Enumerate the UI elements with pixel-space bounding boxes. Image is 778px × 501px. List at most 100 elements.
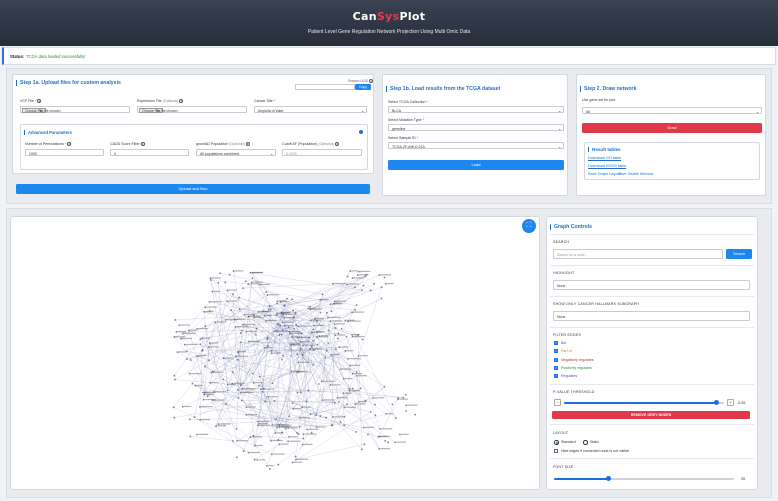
graph-node[interactable] [257, 424, 259, 427]
graph-node[interactable] [226, 383, 229, 386]
graph-node[interactable] [290, 344, 293, 346]
graph-node[interactable] [277, 322, 279, 325]
graph-node[interactable] [312, 339, 315, 342]
graph-node[interactable] [188, 418, 191, 421]
graph-node[interactable] [237, 397, 240, 399]
graph-node[interactable] [260, 388, 262, 391]
graph-node[interactable] [273, 399, 276, 402]
graph-node[interactable] [309, 348, 311, 350]
graph-node[interactable] [268, 304, 271, 307]
graph-node[interactable] [176, 351, 179, 354]
graph-node[interactable] [355, 431, 358, 433]
graph-node[interactable] [362, 426, 365, 429]
collapse-toggle-icon[interactable] [359, 130, 363, 134]
graph-node[interactable] [284, 324, 286, 327]
graph-node[interactable] [348, 388, 351, 391]
save-graph-layout-link[interactable]: Save Graph Layout [588, 172, 621, 176]
graph-node[interactable] [291, 402, 294, 405]
graph-node[interactable] [269, 468, 271, 470]
graph-node[interactable] [247, 283, 250, 285]
graph-node[interactable] [217, 423, 220, 426]
graph-node[interactable] [394, 441, 397, 444]
graph-node[interactable] [292, 407, 295, 410]
graph-node[interactable] [173, 336, 176, 338]
graph-node[interactable] [309, 305, 311, 308]
filter-edge-checkbox[interactable]: ✓ [554, 349, 558, 354]
graph-node[interactable] [309, 308, 312, 311]
graph-node[interactable] [405, 409, 407, 412]
graph-node[interactable] [299, 347, 302, 350]
graph-node[interactable] [302, 437, 305, 440]
graph-node[interactable] [297, 361, 300, 364]
graph-node[interactable] [347, 320, 350, 323]
graph-node[interactable] [405, 404, 408, 407]
graph-node[interactable] [359, 387, 362, 390]
graph-node[interactable] [302, 433, 305, 436]
graph-node[interactable] [296, 353, 299, 356]
graph-node[interactable] [331, 424, 334, 427]
graph-node[interactable] [319, 298, 322, 301]
graph-node[interactable] [196, 327, 198, 330]
copy-button[interactable]: Copy [355, 84, 371, 90]
graph-node[interactable] [325, 416, 328, 419]
graph-node[interactable] [222, 378, 225, 381]
graph-node[interactable] [261, 390, 264, 393]
graph-node[interactable] [172, 406, 175, 409]
graph-node[interactable] [247, 340, 250, 343]
graph-node[interactable] [280, 312, 283, 314]
info-icon[interactable]: i [179, 99, 184, 104]
pvalue-increase-button[interactable]: + [727, 399, 734, 406]
graph-node[interactable] [340, 328, 343, 330]
graph-node[interactable] [383, 385, 386, 388]
graph-node[interactable] [287, 440, 290, 443]
graph-node[interactable] [357, 354, 360, 357]
graph-node[interactable] [270, 439, 272, 442]
graph-node[interactable] [330, 353, 333, 356]
search-input[interactable]: Search for a node... [553, 249, 723, 259]
graph-node[interactable] [185, 350, 188, 353]
graph-node[interactable] [204, 391, 207, 394]
graph-node[interactable] [334, 334, 337, 337]
graph-node[interactable] [247, 315, 250, 318]
graph-node[interactable] [258, 422, 260, 425]
info-icon[interactable]: i [335, 142, 340, 147]
graph-node[interactable] [198, 405, 201, 408]
graph-node[interactable] [191, 382, 194, 385]
graph-node[interactable] [343, 406, 346, 409]
graph-node[interactable] [219, 272, 221, 275]
graph-node[interactable] [330, 310, 333, 313]
graph-node[interactable] [319, 311, 322, 314]
graph-node[interactable] [232, 293, 234, 296]
graph-node[interactable] [317, 383, 320, 385]
graph-node[interactable] [318, 335, 321, 337]
graph-node[interactable] [253, 458, 256, 461]
filter-edge-checkbox[interactable]: ✓ [554, 365, 558, 370]
graph-node[interactable] [243, 313, 246, 316]
hide-edges-checkbox[interactable] [554, 449, 558, 453]
graph-node[interactable] [289, 332, 291, 335]
graph-node[interactable] [346, 275, 349, 278]
network-graph-panel[interactable] [10, 216, 540, 490]
graph-node[interactable] [204, 306, 206, 309]
graph-node[interactable] [332, 282, 335, 285]
graph-node[interactable] [377, 435, 380, 438]
session-uuid-input[interactable] [295, 84, 355, 90]
graph-node[interactable] [256, 459, 259, 461]
graph-node[interactable] [281, 321, 284, 324]
graph-node[interactable] [333, 300, 336, 303]
graph-node[interactable] [355, 304, 358, 307]
graph-node[interactable] [397, 397, 399, 399]
graph-node[interactable] [301, 406, 304, 409]
graph-node[interactable] [316, 343, 319, 346]
graph-node[interactable] [380, 286, 383, 289]
graph-node[interactable] [333, 401, 336, 404]
filter-edge-checkbox[interactable]: ✓ [554, 357, 558, 362]
graph-node[interactable] [199, 343, 202, 346]
graph-node[interactable] [226, 389, 229, 392]
graph-node[interactable] [294, 311, 297, 314]
graph-node[interactable] [207, 346, 210, 349]
graph-node[interactable] [320, 380, 323, 383]
graph-node[interactable] [267, 308, 270, 310]
graph-node[interactable] [374, 414, 377, 417]
gnomad-select[interactable]: All populations combined ⌄ [196, 149, 276, 156]
